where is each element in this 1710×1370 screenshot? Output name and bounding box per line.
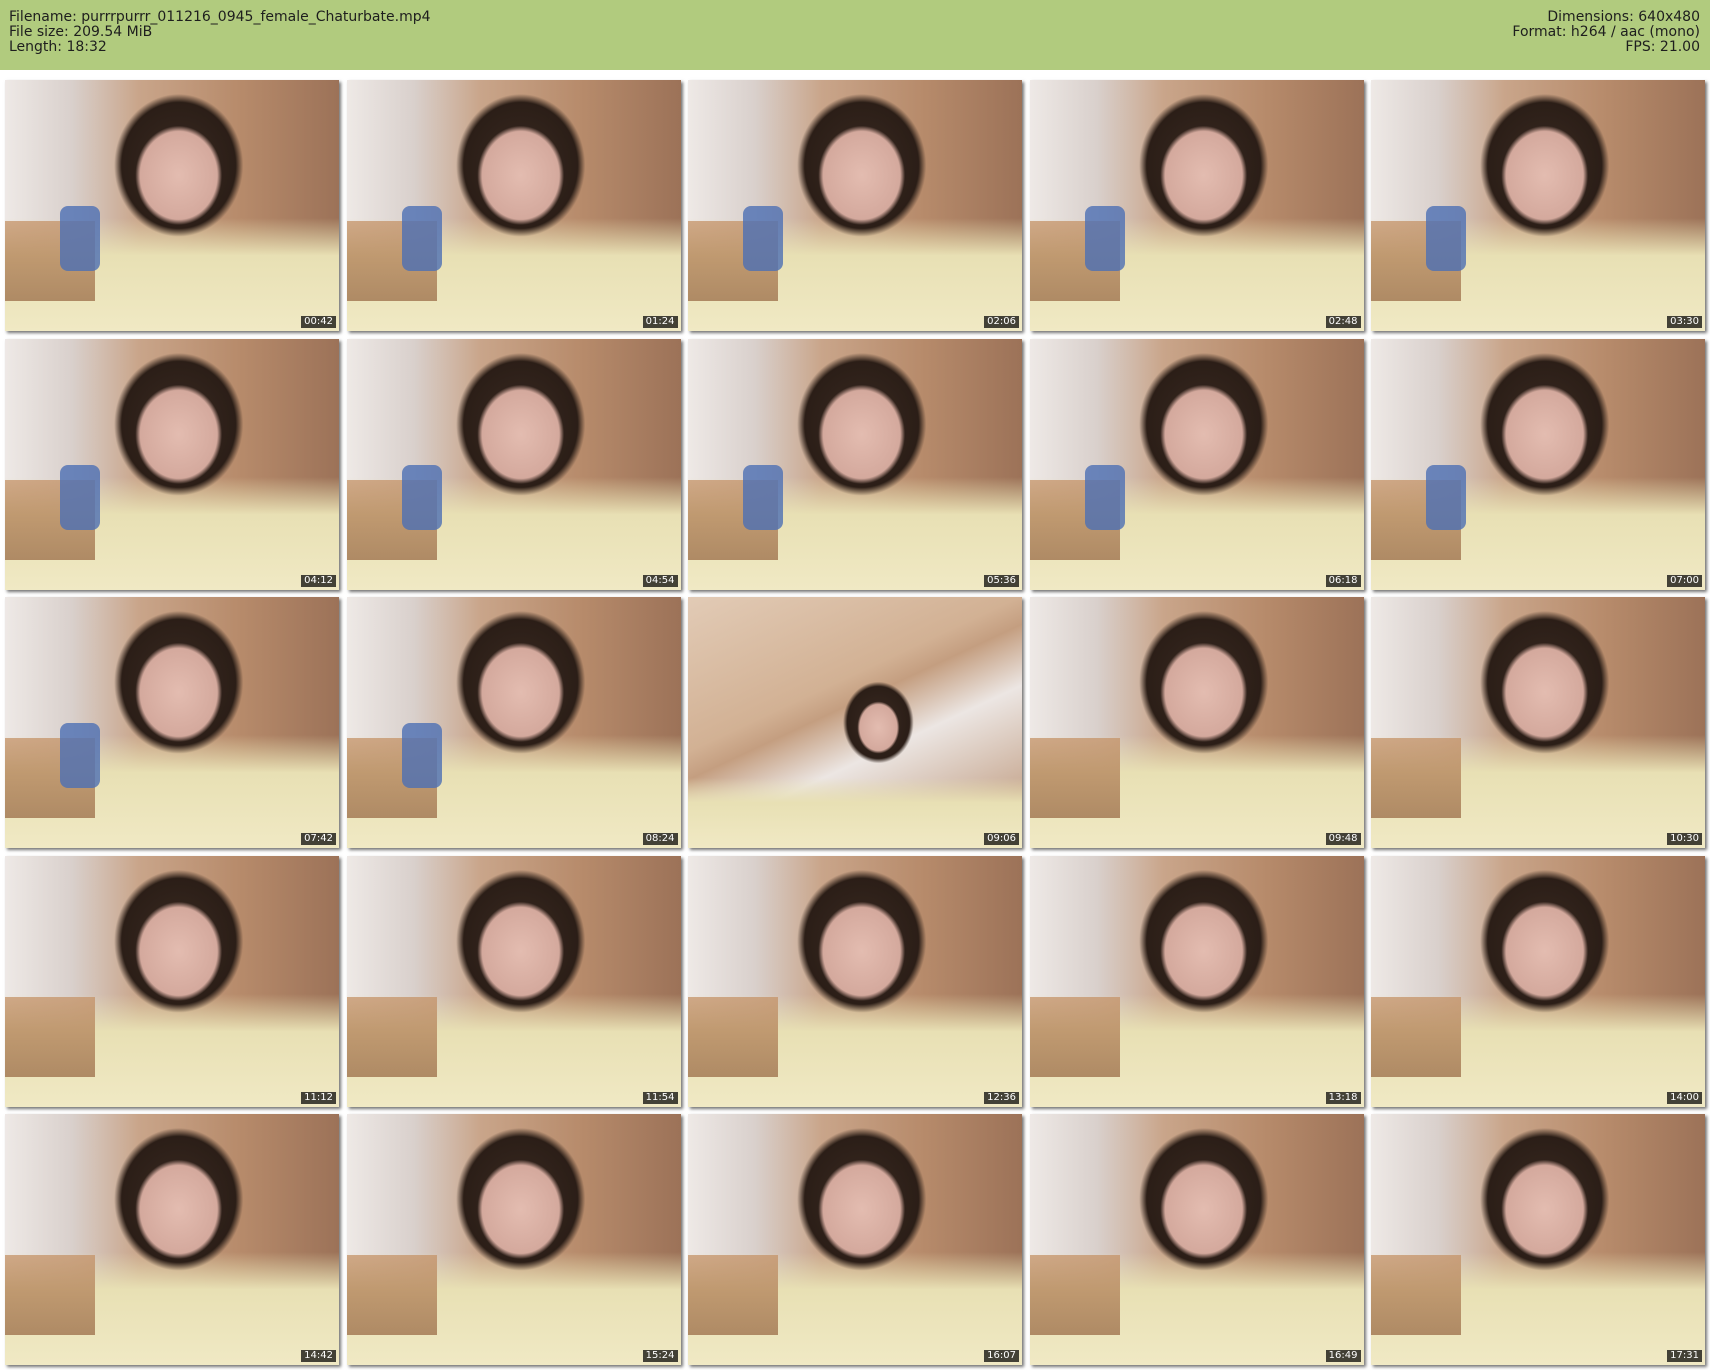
timestamp-label: 03:30 (1667, 316, 1702, 328)
video-info: Dimensions: 640x480 Format: h264 / aac (… (1512, 10, 1700, 55)
thumbnail[interactable]: 02:06 (688, 80, 1022, 331)
sofa-shape (346, 1255, 437, 1335)
cushion-shape (60, 206, 100, 271)
thumbnail[interactable]: 16:49 (1029, 1114, 1364, 1365)
timestamp-label: 14:42 (301, 1350, 336, 1362)
thumbnail[interactable]: 14:42 (5, 1114, 339, 1365)
timestamp-label: 13:18 (1325, 1091, 1361, 1104)
sofa-shape (5, 996, 95, 1077)
thumbnail[interactable]: 09:06 (688, 597, 1022, 848)
cushion-shape (401, 206, 442, 271)
thumbnail[interactable]: 10:30 (1371, 597, 1705, 848)
timestamp-label: 14:00 (1667, 1091, 1702, 1104)
thumbnail[interactable]: 11:54 (346, 855, 681, 1107)
thumbnail-grid: 00:42 01:24 02:06 02:48 03:30 04:12 04:5… (5, 80, 1705, 1365)
timestamp-label: 04:54 (642, 574, 678, 587)
file-info: Filename: purrrpurrr_011216_0945_female_… (9, 10, 431, 55)
info-header: Filename: purrrpurrr_011216_0945_female_… (0, 0, 1710, 70)
fps-text: FPS: 21.00 (1625, 39, 1700, 55)
timestamp-label: 05:36 (984, 574, 1019, 587)
file-size-text: File size: 209.54 MiB (9, 24, 153, 40)
filename-text: Filename: purrrpurrr_011216_0945_female_… (9, 9, 431, 25)
thumbnail[interactable]: 16:07 (688, 1114, 1022, 1365)
thumbnail[interactable]: 06:18 (1029, 338, 1364, 590)
timestamp-label: 17:31 (1667, 1350, 1702, 1362)
timestamp-label: 08:24 (642, 833, 678, 845)
thumbnail[interactable]: 01:24 (346, 80, 681, 331)
sofa-shape (1029, 738, 1120, 818)
timestamp-label: 00:42 (301, 316, 336, 328)
sofa-shape (1371, 996, 1461, 1077)
timestamp-label: 12:36 (984, 1091, 1019, 1104)
cushion-shape (1084, 206, 1125, 271)
sofa-shape (5, 1255, 95, 1335)
cushion-shape (743, 206, 783, 271)
thumbnail[interactable]: 00:42 (5, 80, 339, 331)
cushion-shape (401, 464, 442, 530)
thumbnail[interactable]: 12:36 (688, 855, 1022, 1107)
sofa-shape (688, 1255, 778, 1335)
timestamp-label: 16:07 (984, 1350, 1019, 1362)
timestamp-label: 07:42 (301, 833, 336, 845)
sofa-shape (346, 996, 437, 1077)
dimensions-text: Dimensions: 640x480 (1547, 9, 1700, 25)
timestamp-label: 01:24 (642, 316, 678, 328)
timestamp-label: 10:30 (1667, 833, 1702, 845)
cushion-shape (60, 723, 100, 788)
thumbnail[interactable]: 09:48 (1029, 597, 1364, 848)
thumbnail[interactable]: 03:30 (1371, 80, 1705, 331)
cushion-shape (60, 464, 100, 530)
thumbnail[interactable]: 13:18 (1029, 855, 1364, 1107)
length-text: Length: 18:32 (9, 39, 107, 55)
thumbnail[interactable]: 14:00 (1371, 855, 1705, 1107)
cushion-shape (1084, 464, 1125, 530)
timestamp-label: 07:00 (1667, 574, 1702, 587)
thumbnail[interactable]: 11:12 (5, 855, 339, 1107)
thumbnail[interactable]: 07:00 (1371, 338, 1705, 590)
timestamp-label: 04:12 (301, 574, 336, 587)
thumbnail[interactable]: 04:54 (346, 338, 681, 590)
sofa-shape (688, 996, 778, 1077)
timestamp-label: 02:06 (984, 316, 1019, 328)
sofa-shape (1371, 1255, 1461, 1335)
sofa-shape (1029, 1255, 1120, 1335)
cushion-shape (743, 464, 783, 530)
thumbnail[interactable]: 05:36 (688, 338, 1022, 590)
thumbnail[interactable]: 15:24 (346, 1114, 681, 1365)
sofa-shape (1371, 738, 1461, 818)
sofa-shape (1029, 996, 1120, 1077)
timestamp-label: 09:48 (1325, 833, 1361, 845)
thumbnail[interactable]: 04:12 (5, 338, 339, 590)
thumbnail[interactable]: 02:48 (1029, 80, 1364, 331)
timestamp-label: 15:24 (642, 1350, 678, 1362)
timestamp-label: 11:12 (301, 1091, 336, 1104)
timestamp-label: 02:48 (1325, 316, 1361, 328)
cushion-shape (1426, 206, 1466, 271)
timestamp-label: 06:18 (1325, 574, 1361, 587)
timestamp-label: 09:06 (984, 833, 1019, 845)
timestamp-label: 11:54 (642, 1091, 678, 1104)
thumbnail[interactable]: 17:31 (1371, 1114, 1705, 1365)
cushion-shape (401, 723, 442, 788)
format-text: Format: h264 / aac (mono) (1512, 24, 1700, 40)
thumbnail[interactable]: 08:24 (346, 597, 681, 848)
thumbnail[interactable]: 07:42 (5, 597, 339, 848)
cushion-shape (1426, 464, 1466, 530)
timestamp-label: 16:49 (1325, 1350, 1361, 1362)
